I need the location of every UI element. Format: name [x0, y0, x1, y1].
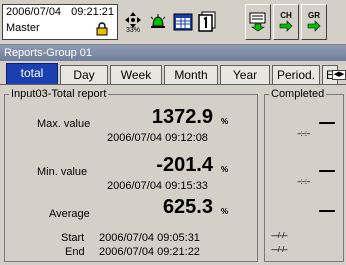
completed-min-placeholder: [319, 170, 335, 172]
channel-arrow-icon: [279, 20, 293, 32]
average-unit: %: [221, 207, 229, 216]
completed-start-date: ----/--/--: [271, 231, 288, 240]
completed-title: Completed: [271, 88, 325, 100]
scroll-right-icon[interactable]: ▶: [339, 71, 344, 78]
average-value: 625.3: [162, 196, 213, 218]
report-content: Input03-Total report Max. value 1372.9 %…: [0, 84, 346, 265]
current-date: 2006/07/04: [6, 6, 62, 18]
page-number-icon: [198, 11, 216, 32]
window-title: Reports-Group 01: [0, 45, 346, 61]
start-timestamp: 2006/07/04 09:05:31: [99, 232, 200, 244]
min-unit: %: [221, 165, 229, 174]
channel-label: CH: [280, 11, 292, 20]
tab-day[interactable]: Day: [60, 65, 108, 84]
max-timestamp: 2006/07/04 09:12:08: [107, 132, 208, 144]
display-select-button[interactable]: [245, 4, 271, 40]
end-timestamp: 2006/07/04 09:21:22: [99, 246, 200, 258]
completed-min-time: --:--:--: [297, 177, 310, 186]
monitor-arrow-icon: [249, 12, 266, 32]
tab-period[interactable]: Period.: [272, 65, 320, 84]
min-value-label: Min. value: [37, 166, 88, 178]
status-bar: 2006/07/04 09:21:21 Master 33% CH GR: [0, 0, 346, 45]
cursor-button[interactable]: 33%: [121, 4, 145, 40]
group-arrow-icon: [307, 20, 321, 32]
tab-scroll-arrows[interactable]: ◀▶: [332, 70, 346, 80]
average-label: Average: [49, 208, 90, 220]
channel-button[interactable]: CH: [273, 4, 299, 40]
tab-total[interactable]: total: [6, 63, 58, 84]
current-time: 09:21:21: [71, 6, 114, 18]
end-label: End: [65, 246, 85, 258]
calendar-button[interactable]: [172, 4, 194, 40]
min-timestamp: 2006/07/04 09:15:33: [107, 180, 208, 192]
min-value: -201.4: [156, 154, 213, 176]
max-value: 1372.9: [151, 106, 213, 128]
completed-max-placeholder: [319, 122, 335, 124]
tab-month[interactable]: Month: [164, 65, 218, 84]
completed-average-placeholder: [319, 210, 335, 212]
completed-report-panel: Completed --:--:-- --:--:-- ----/--/-- -…: [264, 88, 344, 262]
report-tabs: total Day Week Month Year Period. E ◀▶: [0, 62, 346, 84]
max-unit: %: [221, 117, 229, 126]
cursor-percent-label: 33%: [125, 26, 140, 34]
report-title: Input03-Total report: [11, 88, 107, 100]
completed-max-time: --:--:--: [297, 129, 310, 138]
group-button[interactable]: GR: [301, 4, 327, 40]
tab-week[interactable]: Week: [110, 65, 162, 84]
datetime-user-panel: 2006/07/04 09:21:21 Master: [2, 4, 118, 40]
page-one-button[interactable]: [196, 4, 218, 40]
calendar-icon: [173, 13, 193, 31]
alarm-button[interactable]: [146, 4, 170, 40]
group-label: GR: [308, 11, 320, 20]
start-label: Start: [61, 232, 85, 244]
completed-end-date: ----/--/--: [271, 245, 288, 254]
alarm-bell-icon: [150, 14, 166, 28]
tab-year[interactable]: Year: [220, 65, 270, 84]
lock-icon: [96, 22, 108, 36]
max-value-label: Max. value: [37, 118, 91, 130]
user-name: Master: [6, 22, 40, 34]
total-report-panel: Input03-Total report Max. value 1372.9 %…: [4, 88, 258, 262]
